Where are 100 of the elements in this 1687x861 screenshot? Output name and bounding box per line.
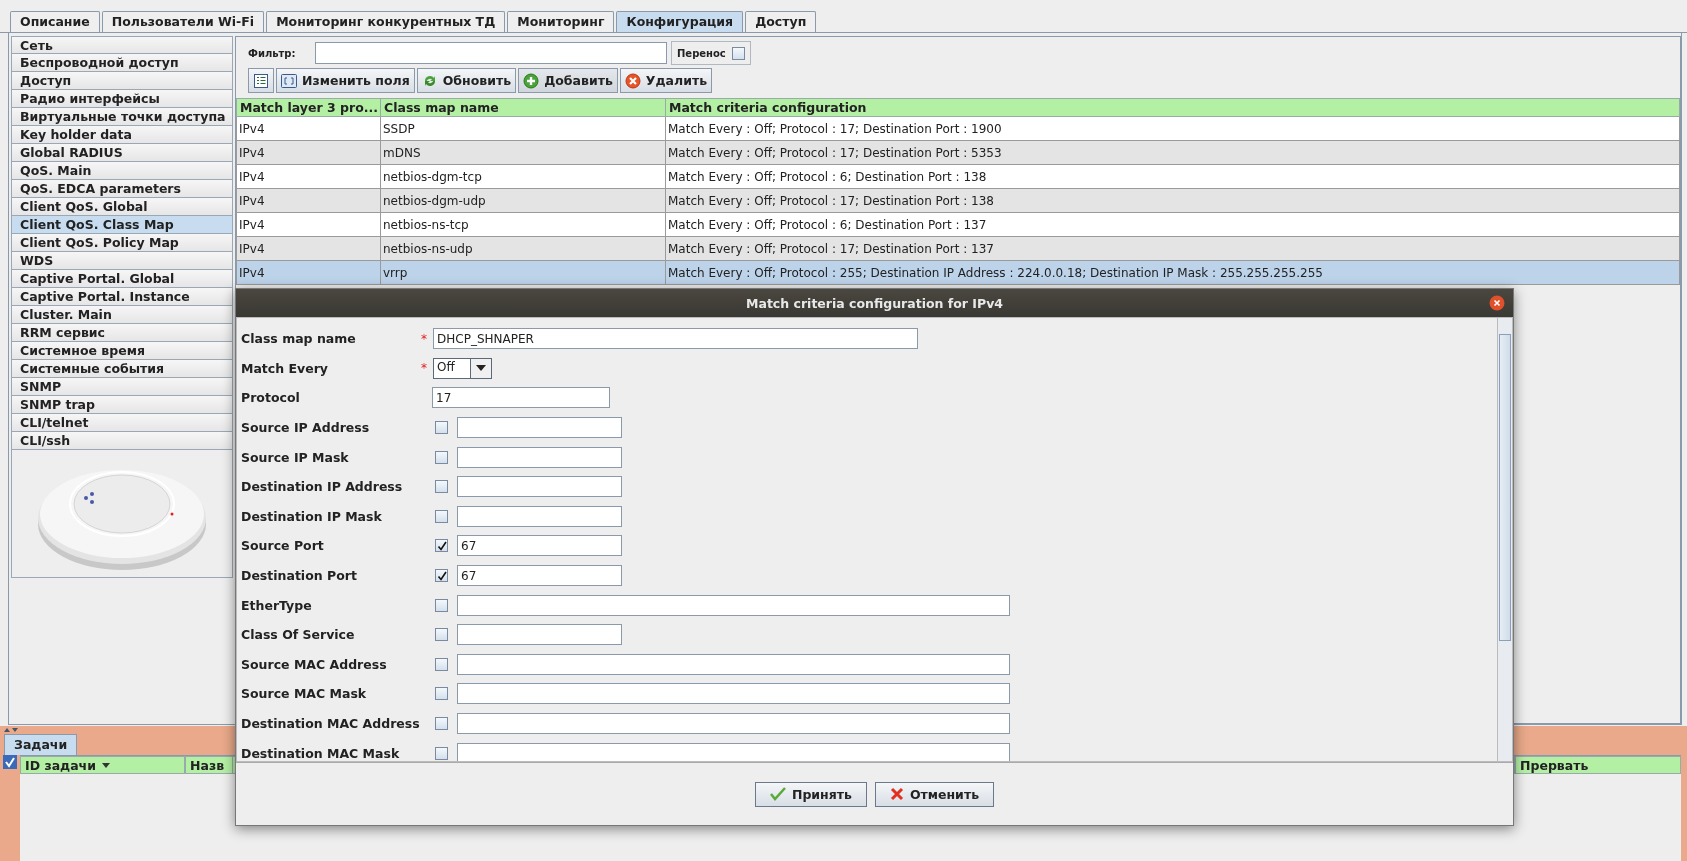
input-field[interactable]: 67	[457, 565, 622, 587]
splitter-arrows-icon[interactable]	[4, 727, 18, 733]
checkbox[interactable]	[435, 539, 448, 553]
add-button[interactable]: Добавить	[518, 68, 618, 93]
add-icon	[523, 72, 540, 89]
table-cell: IPv4	[236, 188, 381, 213]
select-field[interactable]: Off	[433, 357, 492, 379]
sidebar-item[interactable]: Виртуальные точки доступа	[11, 108, 233, 126]
wrap-checkbox[interactable]	[731, 46, 745, 60]
sidebar-item[interactable]: Доступ	[11, 72, 233, 90]
checkbox[interactable]	[435, 717, 448, 730]
checkbox[interactable]	[435, 569, 448, 583]
sidebar-item[interactable]: Client QoS. Class Map	[11, 216, 233, 234]
tab[interactable]: Пользователи Wi-Fi	[101, 11, 265, 32]
sidebar-item[interactable]: Client QoS. Policy Map	[11, 234, 233, 252]
table-cell: IPv4	[236, 140, 381, 165]
table-cell: IPv4	[236, 116, 381, 141]
checkbox[interactable]	[435, 598, 448, 612]
table-cell: SSDP	[380, 116, 666, 141]
tab[interactable]: Мониторинг конкурентных ТД	[266, 11, 506, 32]
input-field[interactable]	[457, 653, 1010, 675]
input-field[interactable]	[457, 683, 1010, 705]
cancel-button[interactable]: Отменить	[874, 781, 995, 807]
checkbox[interactable]	[435, 746, 448, 760]
sidebar-item[interactable]: Системное время	[11, 342, 233, 360]
input-field[interactable]	[457, 742, 1010, 761]
close-icon[interactable]	[1489, 295, 1505, 311]
column-header[interactable]: ID задачи	[20, 756, 185, 774]
table-row[interactable]: IPv4 vrrp Match Every : Off; Protocol : 255; Destination IP Address : 224.0.0.18; Destination IP Mask : 255.255.255.255	[236, 260, 1680, 285]
edit-button[interactable]: Изменить поля	[276, 68, 415, 93]
sidebar-item[interactable]: Cluster. Main	[11, 306, 233, 324]
sidebar-item[interactable]: SNMP	[11, 378, 233, 396]
field-label: Source MAC Mask	[241, 686, 368, 702]
table-row[interactable]: IPv4 netbios-dgm-tcp Match Every : Off; Protocol : 6; Destination Port : 138	[236, 164, 1680, 189]
column-header[interactable]: Match layer 3 pro...	[236, 98, 381, 117]
table-row[interactable]: IPv4 mDNS Match Every : Off; Protocol : 17; Destination Port : 5353	[236, 140, 1680, 165]
tab[interactable]: Конфигурация	[616, 11, 744, 32]
sidebar-item[interactable]: QoS. Main	[11, 162, 233, 180]
columns-button[interactable]	[248, 68, 274, 93]
scrollbar[interactable]	[1497, 317, 1513, 762]
checkbox[interactable]	[435, 480, 448, 494]
table-row[interactable]: IPv4 SSDP Match Every : Off; Protocol : 17; Destination Port : 1900	[236, 116, 1680, 141]
input-field[interactable]: DHCP_SHNAPER	[433, 328, 918, 350]
sidebar-item[interactable]: CLI/ssh	[11, 432, 233, 450]
sidebar-item[interactable]: Global RADIUS	[11, 144, 233, 162]
column-header[interactable]: Match criteria configuration	[665, 98, 1680, 117]
delete-button[interactable]: Удалить	[619, 68, 713, 93]
tab[interactable]: Доступ	[745, 11, 817, 32]
sidebar-item[interactable]: Client QoS. Global	[11, 198, 233, 216]
field-label: Class Of Service	[241, 627, 356, 643]
sidebar-item[interactable]: Captive Portal. Instance	[11, 288, 233, 306]
column-header[interactable]: Назв	[185, 756, 233, 774]
checkbox[interactable]	[435, 450, 448, 464]
checkbox[interactable]	[435, 509, 448, 523]
input-field[interactable]	[457, 446, 622, 468]
filter-label: Фильтр:	[248, 47, 297, 59]
field-label: Destination Port	[241, 568, 358, 584]
input-field[interactable]	[457, 713, 1010, 734]
sidebar-item[interactable]: Сеть	[11, 36, 233, 54]
sidebar-item[interactable]: QoS. EDCA parameters	[11, 180, 233, 198]
checkbox[interactable]	[435, 657, 448, 671]
refresh-button[interactable]: Обновить	[416, 68, 517, 93]
tab[interactable]: Задачи	[4, 734, 78, 755]
field-label: Protocol	[241, 390, 301, 406]
checkbox[interactable]	[435, 628, 448, 642]
input-field[interactable]	[457, 594, 1010, 616]
sidebar-item[interactable]: Радио интерфейсы	[11, 90, 233, 108]
field-label: Destination MAC Mask	[241, 745, 401, 761]
input-field[interactable]	[457, 505, 622, 527]
tab[interactable]: Мониторинг	[507, 11, 615, 32]
sidebar-item[interactable]: Key holder data	[11, 126, 233, 144]
table-row[interactable]: IPv4 netbios-dgm-udp Match Every : Off; Protocol : 17; Destination Port : 138	[236, 188, 1680, 213]
sidebar-item[interactable]: WDS	[11, 252, 233, 270]
input-field[interactable]	[457, 417, 622, 439]
table-row[interactable]: IPv4 netbios-ns-tcp Match Every : Off; Protocol : 6; Destination Port : 137	[236, 212, 1680, 237]
table-cell: netbios-ns-udp	[380, 236, 666, 261]
sort-caret-icon	[101, 762, 110, 768]
sidebar-item[interactable]: SNMP trap	[11, 396, 233, 414]
table-cell: IPv4	[236, 236, 381, 261]
sidebar-item[interactable]: CLI/telnet	[11, 414, 233, 432]
sidebar-item[interactable]: Беспроводной доступ	[11, 54, 233, 72]
table-cell: netbios-dgm-udp	[380, 188, 666, 213]
table-row[interactable]: IPv4 netbios-ns-udp Match Every : Off; Protocol : 17; Destination Port : 137	[236, 236, 1680, 261]
column-header[interactable]: Class map name	[380, 98, 666, 117]
filter-field[interactable]	[315, 42, 667, 64]
sidebar-item[interactable]: Системные события	[11, 360, 233, 378]
column-header[interactable]: Прервать	[1515, 756, 1681, 774]
checkbox[interactable]	[435, 687, 448, 701]
sidebar-item[interactable]: RRM сервис	[11, 324, 233, 342]
field-label: Source IP Address	[241, 420, 371, 436]
input-field[interactable]	[457, 476, 622, 498]
checkmark-icon[interactable]	[3, 755, 17, 769]
tab[interactable]: Описание	[10, 11, 100, 32]
input-field[interactable]: 67	[457, 535, 622, 557]
input-field[interactable]: 17	[432, 387, 610, 409]
accept-button[interactable]: Принять	[754, 781, 867, 807]
checkbox[interactable]	[435, 421, 448, 435]
input-field[interactable]	[457, 624, 622, 646]
table-cell: netbios-dgm-tcp	[380, 164, 666, 189]
sidebar-item[interactable]: Captive Portal. Global	[11, 270, 233, 288]
